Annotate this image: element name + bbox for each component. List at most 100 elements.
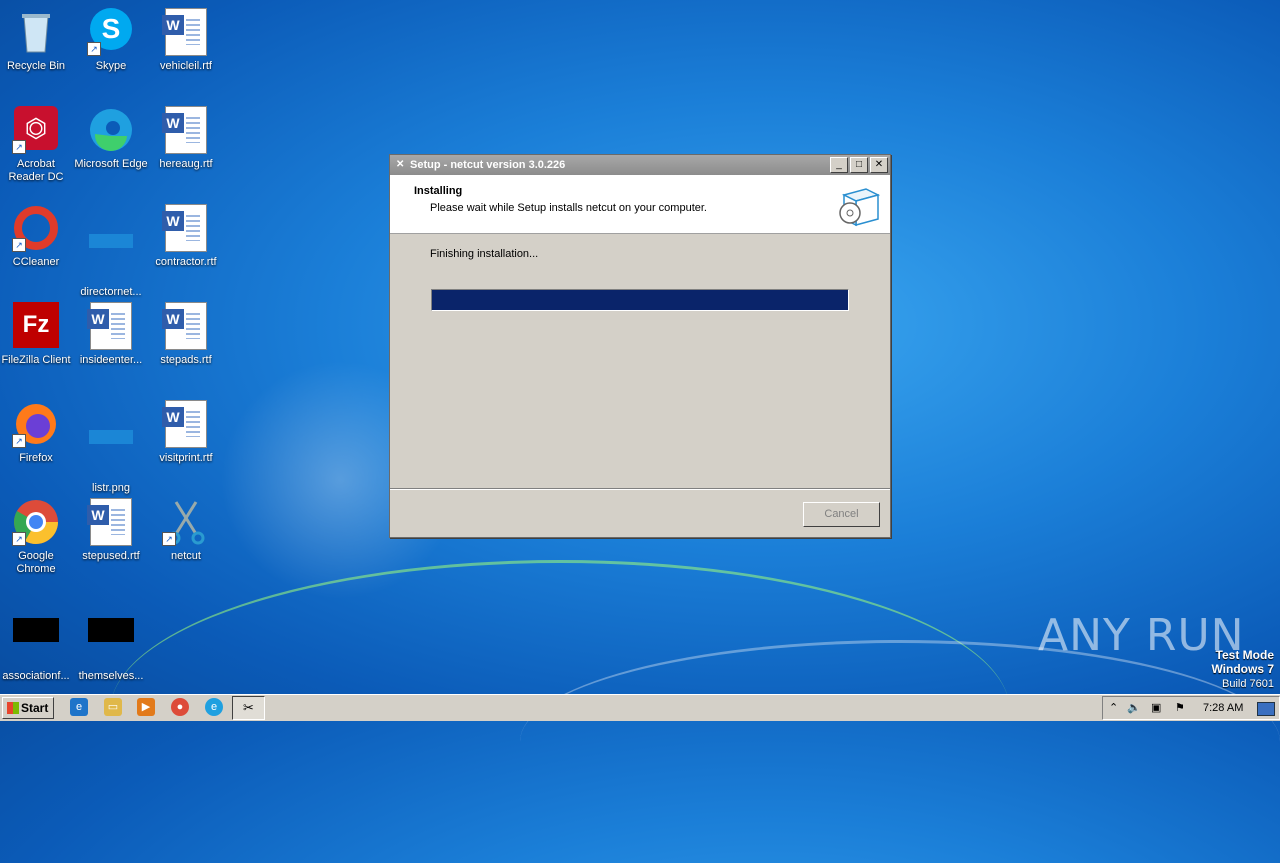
skype-icon: S ↗: [87, 8, 135, 56]
scissors-icon: ↗: [162, 498, 210, 546]
scissors-icon: ✂: [243, 700, 254, 715]
desktop-icon-directornet[interactable]: directornet...: [73, 204, 149, 299]
netcut-taskbar-button[interactable]: ✂: [232, 696, 265, 720]
edge-icon[interactable]: e: [205, 698, 223, 716]
desktop-icon-label: Google Chrome: [16, 550, 56, 575]
ccleaner-icon: ↗: [12, 204, 60, 252]
clock[interactable]: 7:28 AM: [1203, 697, 1243, 719]
internet-explorer-icon[interactable]: e: [70, 698, 88, 716]
shortcut-arrow-icon: ↗: [12, 238, 26, 252]
word-document-icon: W: [162, 204, 210, 252]
taskbar: Start e ▭ ▶ ● e ✂ ⌃ 🔈 ▣ ⚑ 7:28 AM: [0, 694, 1280, 721]
word-document-icon: W: [87, 498, 135, 546]
desktop-icon-filezilla[interactable]: Fz FileZilla Client: [0, 302, 74, 367]
desktop-icon-stepads[interactable]: W stepads.rtf: [148, 302, 224, 367]
network-icon[interactable]: ▣: [1151, 697, 1161, 719]
setup-app-icon: ✕: [396, 159, 405, 170]
desktop-icon-label: stepads.rtf: [160, 354, 212, 366]
word-document-icon: W: [162, 302, 210, 350]
filezilla-icon: Fz: [12, 302, 60, 350]
desktop-icon-recycle-bin[interactable]: Recycle Bin: [0, 8, 74, 73]
desktop-icon-label: listr.png: [92, 482, 130, 494]
black-file-icon: [12, 618, 60, 666]
black-file-icon: [87, 618, 135, 666]
desktop-icon-vehicleil[interactable]: W vehicleil.rtf: [148, 8, 224, 73]
desktop-icon-listr[interactable]: listr.png: [73, 400, 149, 495]
acrobat-icon: ⏣ ↗: [12, 106, 60, 154]
desktop-icon-insideenter[interactable]: W insideenter...: [73, 302, 149, 367]
shortcut-arrow-icon: ↗: [12, 140, 26, 154]
windows-logo-icon: [7, 702, 19, 714]
install-status-text: Finishing installation...: [430, 248, 539, 260]
desktop-icon-associationf[interactable]: associationf...: [0, 606, 74, 683]
setup-dialog: ✕ Setup - netcut version 3.0.226 _ □ ✕ I…: [389, 154, 891, 538]
desktop-icon-label: insideenter...: [79, 354, 143, 366]
word-document-icon: W: [162, 8, 210, 56]
chrome-icon[interactable]: ●: [171, 698, 189, 716]
desktop-icon-netcut[interactable]: ↗ netcut: [148, 498, 224, 563]
shortcut-arrow-icon: ↗: [162, 532, 176, 546]
desktop-icon-label: stepused.rtf: [82, 550, 140, 562]
shortcut-arrow-icon: ↗: [87, 42, 101, 56]
desktop-icon-label: vehicleil.rtf: [160, 60, 212, 72]
maximize-button[interactable]: □: [850, 157, 868, 173]
desktop-icon-ccleaner[interactable]: ↗ CCleaner: [0, 204, 74, 269]
action-center-flag-icon[interactable]: ⚑: [1175, 697, 1185, 719]
edge-icon: [87, 106, 135, 154]
system-tray: ⌃ 🔈 ▣ ⚑ 7:28 AM: [1102, 696, 1280, 720]
dialog-title: Setup - netcut version 3.0.226: [410, 159, 566, 171]
desktop-icon-visitprint[interactable]: W visitprint.rtf: [148, 400, 224, 465]
blank-file-icon: [87, 234, 135, 282]
desktop-icon-label: Firefox: [19, 452, 53, 464]
desktop-icon-label: netcut: [171, 550, 201, 562]
install-box-icon: [836, 181, 881, 227]
image-file-icon: [87, 430, 135, 478]
desktop-icon-label: visitprint.rtf: [159, 452, 213, 464]
desktop-icon-label: directornet...: [80, 286, 142, 298]
explorer-icon[interactable]: ▭: [104, 698, 122, 716]
page-heading: Installing: [414, 185, 463, 197]
recycle-bin-icon: [12, 8, 60, 56]
watermark-build: Build 7601: [1222, 678, 1274, 690]
cancel-button[interactable]: Cancel: [803, 502, 880, 527]
desktop-icon-label: hereaug.rtf: [159, 158, 213, 170]
dialog-titlebar[interactable]: ✕ Setup - netcut version 3.0.226 _ □ ✕: [390, 155, 890, 175]
page-subheading: Please wait while Setup installs netcut …: [430, 202, 707, 214]
minimize-button[interactable]: _: [830, 157, 848, 173]
desktop-icon-label: FileZilla Client: [1, 354, 71, 366]
desktop-icon-skype[interactable]: S ↗ Skype: [73, 8, 149, 73]
install-progress-fill: [432, 290, 848, 310]
close-button[interactable]: ✕: [870, 157, 888, 173]
desktop-icon-label: themselves...: [78, 670, 144, 682]
chrome-icon: ↗: [12, 498, 60, 546]
start-button[interactable]: Start: [2, 697, 54, 719]
watermark-windows-version: Windows 7: [1211, 662, 1274, 676]
desktop-icon-label: Acrobat Reader DC: [8, 158, 64, 183]
install-progress-bar: [431, 289, 849, 311]
desktop-icon-firefox[interactable]: ↗ Firefox: [0, 400, 74, 465]
shortcut-arrow-icon: ↗: [12, 434, 26, 448]
anyrun-watermark: ANY RUN: [1038, 610, 1245, 661]
dialog-divider: [390, 488, 890, 490]
desktop-icon-themselves[interactable]: themselves...: [73, 606, 149, 683]
volume-icon[interactable]: 🔈: [1127, 697, 1141, 719]
desktop-icon-contractor[interactable]: W contractor.rtf: [148, 204, 224, 269]
desktop-icon-label: Recycle Bin: [6, 60, 66, 72]
desktop-icon-hereaug[interactable]: W hereaug.rtf: [148, 106, 224, 171]
wallpaper-swoosh: [520, 640, 1280, 843]
media-player-icon[interactable]: ▶: [137, 698, 155, 716]
watermark-test-mode: Test Mode: [1215, 648, 1274, 662]
word-document-icon: W: [162, 106, 210, 154]
desktop-icon-label: Microsoft Edge: [74, 158, 148, 170]
desktop-icon-edge[interactable]: Microsoft Edge: [73, 106, 149, 171]
desktop-icon-chrome[interactable]: ↗ Google Chrome: [0, 498, 74, 576]
desktop-icon-acrobat[interactable]: ⏣ ↗ Acrobat Reader DC: [0, 106, 74, 184]
show-hidden-icons-button[interactable]: ⌃: [1109, 697, 1118, 719]
desktop-icon-label: associationf...: [2, 670, 70, 682]
shortcut-arrow-icon: ↗: [12, 532, 26, 546]
desktop-icon-label: Skype: [95, 60, 127, 72]
dialog-header: Installing Please wait while Setup insta…: [390, 175, 890, 234]
show-desktop-button[interactable]: [1257, 702, 1275, 716]
word-document-icon: W: [87, 302, 135, 350]
desktop-icon-stepused[interactable]: W stepused.rtf: [73, 498, 149, 563]
